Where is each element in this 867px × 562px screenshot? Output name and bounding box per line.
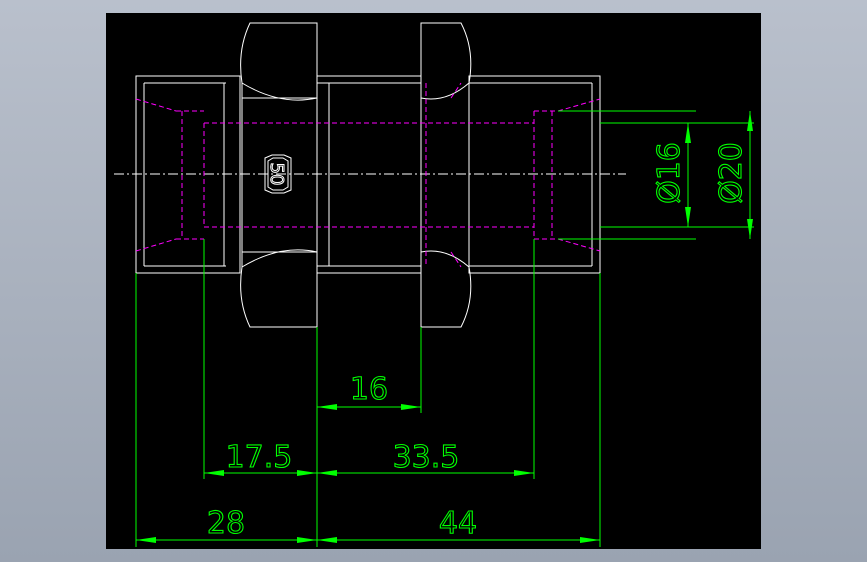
part-mark-text: 50 — [266, 163, 287, 186]
dim-16-text: 16 — [350, 372, 388, 407]
dim-44-text: 44 — [439, 506, 477, 541]
dim-17-5-text: 17.5 — [226, 440, 293, 475]
dimension-texts: 16 17.5 33.5 28 44 Ø16 Ø20 — [206, 142, 749, 542]
cad-drawing: 50 16 17.5 33.5 28 44 Ø16 Ø20 — [114, 22, 754, 547]
right-hex-nut — [420, 22, 472, 328]
dim-dia-20-text: Ø20 — [714, 142, 749, 204]
part-mark-stamp: 50 — [264, 154, 292, 194]
hidden-bore-lines — [135, 82, 601, 268]
dim-dia-16-text: Ø16 — [652, 142, 687, 204]
cad-drawing-canvas[interactable]: 50 16 17.5 33.5 28 44 Ø16 Ø20 — [106, 13, 761, 549]
dim-28-text: 28 — [207, 506, 245, 541]
dim-33-5-text: 33.5 — [393, 440, 460, 475]
part-outline — [135, 22, 601, 328]
